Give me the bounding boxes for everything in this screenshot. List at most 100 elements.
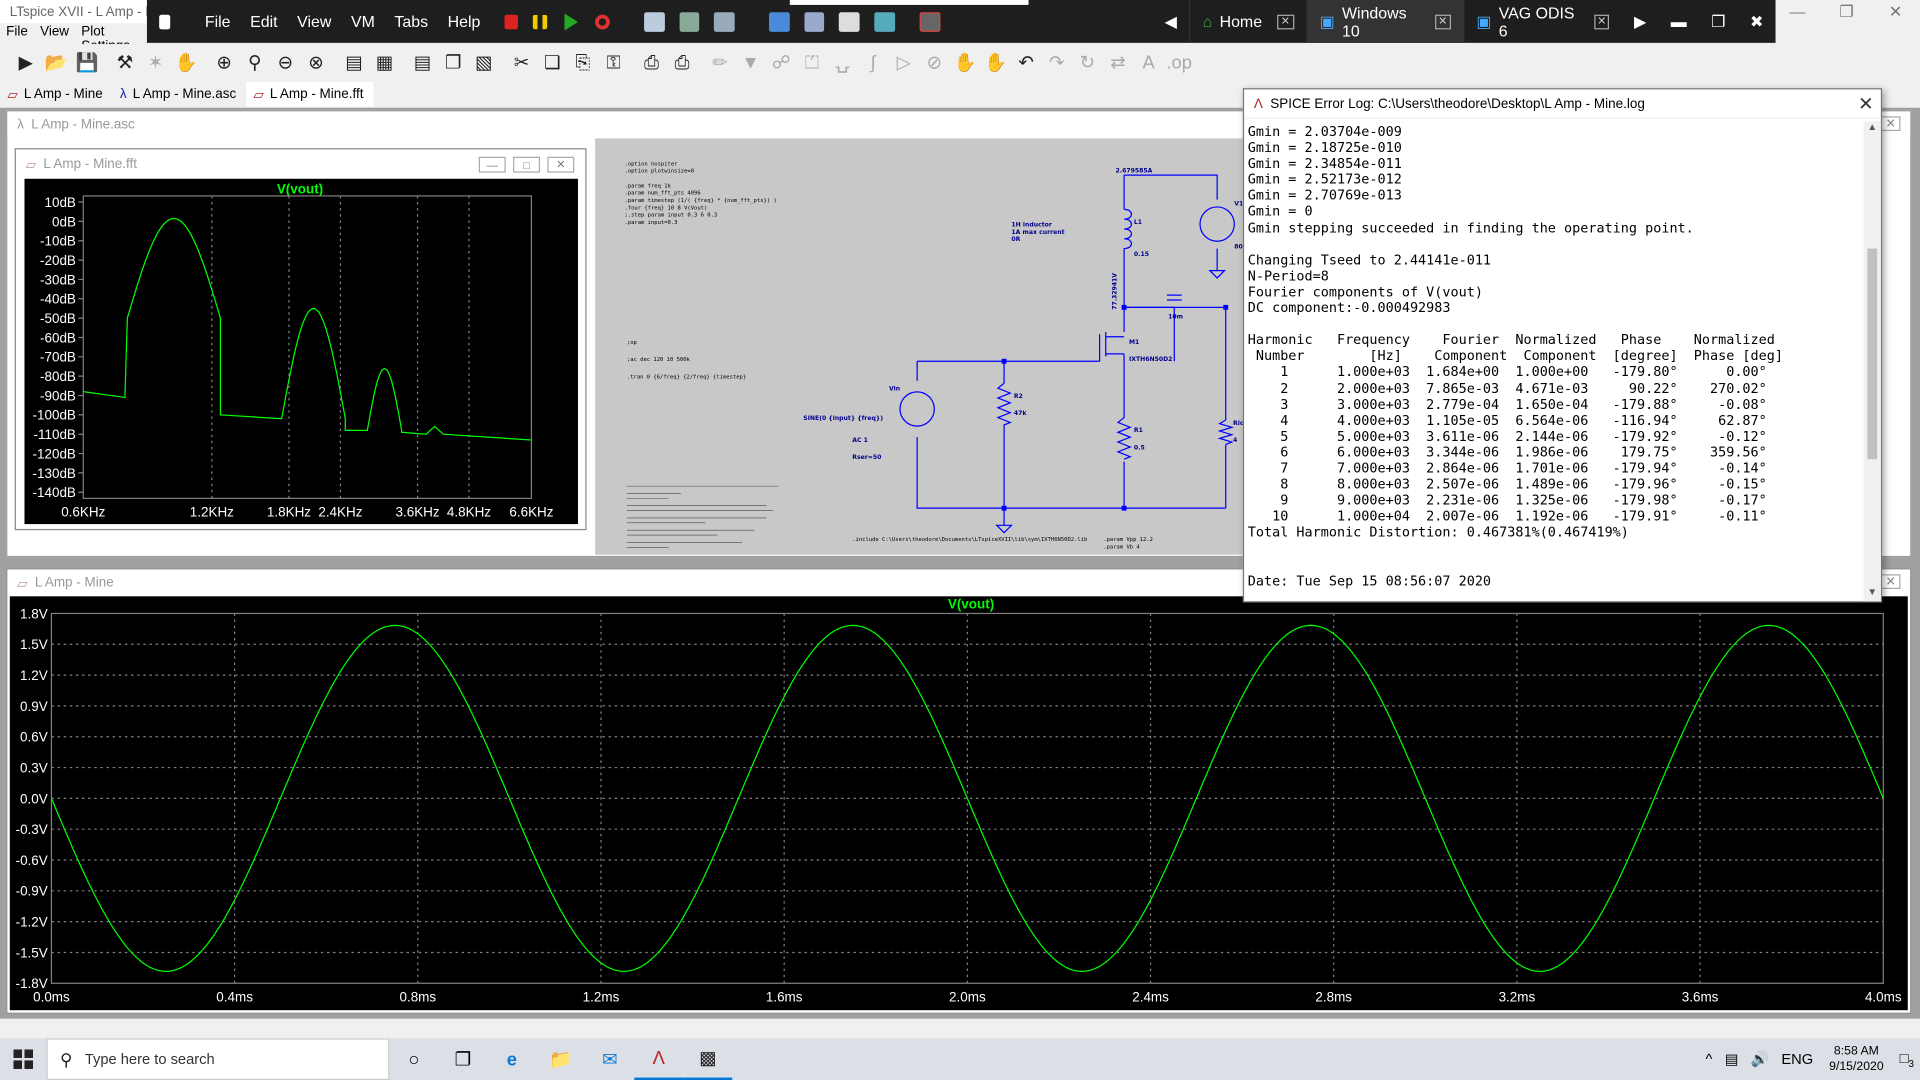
zoom-in-icon[interactable]: ⊕: [211, 49, 238, 76]
scroll-down-icon[interactable]: ▼: [1864, 587, 1881, 602]
vm-menu-view[interactable]: View: [287, 12, 341, 30]
cascade-icon[interactable]: ❐: [440, 49, 467, 76]
vm-menu-help[interactable]: Help: [438, 12, 490, 30]
probe-icon[interactable]: ✶: [142, 49, 169, 76]
fft-maximize-icon[interactable]: □: [513, 156, 541, 173]
language-indicator[interactable]: ENG: [1781, 1051, 1813, 1068]
edge-icon[interactable]: e: [487, 1038, 536, 1080]
vm-tab-prev[interactable]: ◀: [1152, 0, 1189, 43]
run-icon[interactable]: ▶: [12, 49, 39, 76]
scroll-thumb[interactable]: [1867, 248, 1878, 460]
cut-icon[interactable]: ✂: [508, 49, 535, 76]
capacitor-icon[interactable]: ⍽: [829, 49, 856, 76]
mail-icon[interactable]: ✉: [585, 1038, 634, 1080]
tab-close-icon[interactable]: ✕: [1276, 14, 1294, 29]
fft-minimize-icon[interactable]: —: [478, 156, 506, 173]
scroll-up-icon[interactable]: ▲: [1864, 121, 1881, 136]
inductor-icon[interactable]: ∫: [860, 49, 887, 76]
clock[interactable]: 8:58 AM 9/15/2020: [1829, 1043, 1883, 1075]
zoom-area-icon[interactable]: ⚲: [241, 49, 268, 76]
vm-menu-file[interactable]: File: [195, 12, 240, 30]
spice-error-log-window[interactable]: Λ SPICE Error Log: C:\Users\theodore\Des…: [1242, 88, 1883, 603]
doctab-schematic[interactable]: λL Amp - Mine.asc: [113, 82, 247, 106]
paste-icon[interactable]: ⎘: [569, 49, 596, 76]
open-icon[interactable]: 📂: [43, 49, 70, 76]
snapshot-manager-icon[interactable]: [714, 11, 735, 32]
file-explorer-icon[interactable]: 📁: [536, 1038, 585, 1080]
start-button[interactable]: [0, 1038, 47, 1080]
fft-close-icon[interactable]: ✕: [547, 156, 575, 173]
transient-window[interactable]: ▱ L Amp - Mine ✕ V(vout) 1.8V 1.5V 1.2V 0.9…: [6, 568, 1912, 1014]
component-icon[interactable]: ⊘: [921, 49, 948, 76]
vm-menu-tabs[interactable]: Tabs: [385, 12, 438, 30]
text-icon[interactable]: A: [1135, 49, 1162, 76]
taskbar-search[interactable]: ⚲ Type here to search: [46, 1038, 390, 1080]
tab-close-icon[interactable]: ✕: [1434, 14, 1451, 29]
vm-menu-vm[interactable]: VM: [341, 12, 384, 30]
print-preview-icon[interactable]: ⎙: [669, 49, 696, 76]
transient-close-icon[interactable]: ✕: [1880, 574, 1901, 589]
vm-restore-icon[interactable]: ❐: [1699, 0, 1738, 43]
ground-icon[interactable]: ▼: [737, 49, 764, 76]
volume-icon[interactable]: 🔊: [1751, 1051, 1769, 1068]
copy-icon[interactable]: ❏: [539, 49, 566, 76]
drag-icon[interactable]: ✋: [982, 49, 1009, 76]
thumbnail-view-icon[interactable]: [804, 11, 825, 32]
doctab-fft[interactable]: ▱ L Amp - Mine.fft: [246, 82, 374, 107]
save-icon[interactable]: 💾: [73, 49, 100, 76]
notification-icon[interactable]: □3: [1900, 1049, 1914, 1069]
vm-minimize-icon[interactable]: ▬: [1659, 0, 1699, 43]
print-icon[interactable]: ⎙: [638, 49, 665, 76]
resistor-icon[interactable]: ⏍: [798, 49, 825, 76]
console-view-icon[interactable]: [768, 11, 790, 32]
close-icon[interactable]: ✕: [1871, 0, 1920, 23]
vm-tab-home[interactable]: ⌂ Home ✕: [1189, 0, 1306, 43]
find-icon[interactable]: ⚿: [600, 49, 627, 76]
minimize-icon[interactable]: —: [1773, 0, 1822, 23]
autorange-icon[interactable]: ▤: [340, 49, 367, 76]
cortana-icon[interactable]: ○: [389, 1038, 438, 1080]
tab-close-icon[interactable]: ✕: [1593, 14, 1610, 29]
schematic-close-icon[interactable]: ✕: [1880, 116, 1901, 132]
fullscreen-icon[interactable]: [839, 11, 860, 32]
network-icon[interactable]: ▤: [1725, 1051, 1739, 1068]
vmware-logo-icon[interactable]: [159, 14, 171, 29]
power-on-icon[interactable]: [564, 12, 579, 31]
zoom-fit-icon[interactable]: ⊗: [302, 49, 329, 76]
wire-icon[interactable]: ✏: [707, 49, 734, 76]
menu-plot-settings[interactable]: Plot Settings: [75, 23, 147, 53]
vm-tab-windows10[interactable]: ▣ Windows 10 ✕: [1306, 0, 1463, 43]
log-close-icon[interactable]: ✕: [1858, 93, 1873, 115]
task-view-icon[interactable]: ❐: [438, 1038, 487, 1080]
ltspice-taskbar-icon[interactable]: Λ: [634, 1038, 684, 1080]
restore-icon[interactable]: ❐: [1822, 0, 1871, 23]
terminal-icon[interactable]: ▩: [683, 1038, 733, 1080]
pan-icon[interactable]: ✋: [173, 49, 200, 76]
tile-horizontal-icon[interactable]: ▤: [409, 49, 436, 76]
vm-menu-edit[interactable]: Edit: [240, 12, 287, 30]
chevron-up-icon[interactable]: ^: [1706, 1051, 1713, 1068]
log-text[interactable]: Gmin = 2.03704e-009 Gmin = 2.18725e-010 Gm…: [1248, 124, 1863, 602]
grid-icon[interactable]: ▦: [371, 49, 398, 76]
zoom-out-icon[interactable]: ⊖: [272, 49, 299, 76]
menu-view[interactable]: View: [34, 23, 75, 43]
transient-plot[interactable]: V(vout) 1.8V 1.5V 1.2V 0.9V 0.6V 0.3V 0.0V -0.3…: [9, 596, 1908, 1011]
diode-icon[interactable]: ▷: [890, 49, 917, 76]
mirror-icon[interactable]: ⇄: [1104, 49, 1131, 76]
snapshot-icon[interactable]: [643, 11, 665, 32]
rotate-icon[interactable]: ↻: [1074, 49, 1101, 76]
power-off-icon[interactable]: [504, 14, 519, 29]
vm-close-icon[interactable]: ✖: [1738, 0, 1776, 43]
revert-snapshot-icon[interactable]: [679, 11, 700, 32]
move-icon[interactable]: ✋: [951, 49, 978, 76]
redo-icon[interactable]: ↷: [1043, 49, 1070, 76]
vm-tab-vag-odis[interactable]: ▣ VAG ODIS 6 ✕: [1462, 0, 1622, 43]
reset-icon[interactable]: [595, 14, 610, 29]
undo-icon[interactable]: ↶: [1013, 49, 1040, 76]
suspend-icon[interactable]: [533, 14, 548, 29]
spice-directive-icon[interactable]: .op: [1166, 49, 1193, 76]
doctab-plot[interactable]: ▱ L Amp - Mine: [0, 82, 113, 106]
vm-tab-next[interactable]: ▶: [1622, 0, 1659, 43]
label-net-icon[interactable]: ☍: [768, 49, 795, 76]
fft-plot[interactable]: V(vout) 10dB 0dB -10dB -20dB -30dB -40dB -50dB…: [24, 178, 578, 525]
